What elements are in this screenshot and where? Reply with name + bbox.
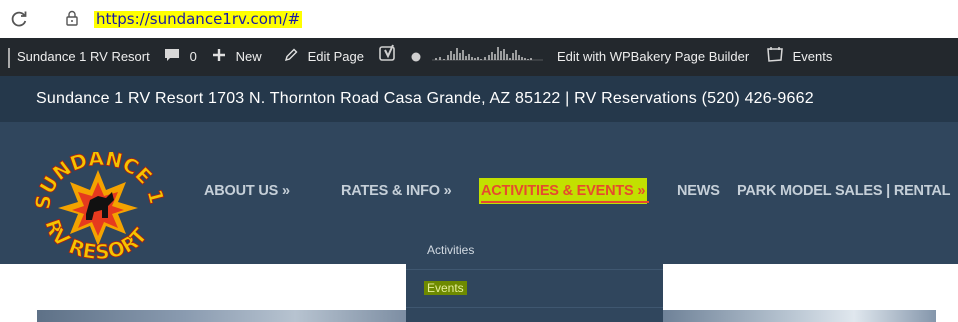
seo-status-dot-icon xyxy=(411,39,421,77)
pencil-icon xyxy=(284,39,298,77)
admin-edit-page-label: Edit Page xyxy=(307,49,364,64)
hero-image-right xyxy=(663,310,936,322)
admin-edit-page[interactable]: Edit Page xyxy=(284,38,364,76)
site-logo[interactable]: SUNDANCE 1 RV RESORT xyxy=(28,145,170,264)
nav-park-model-sales[interactable]: PARK MODEL SALES | RENTAL xyxy=(737,178,951,204)
dropdown-item-activities[interactable]: Activities xyxy=(406,232,663,270)
browser-address-bar: https://sundance1rv.com/# xyxy=(0,0,958,39)
admin-new-label: New xyxy=(235,49,262,64)
lock-icon[interactable] xyxy=(66,10,78,26)
activities-dropdown-menu: Activities Events xyxy=(406,232,663,322)
stats-sparkline-icon xyxy=(430,39,545,77)
nav-about-us[interactable]: ABOUT US » xyxy=(204,178,290,204)
admin-comments[interactable]: 0 xyxy=(164,38,197,76)
contact-info-bar: Sundance 1 RV Resort 1703 N. Thornton Ro… xyxy=(0,76,958,122)
dropdown-item-events[interactable]: Events xyxy=(406,270,663,308)
dropdown-item-label: Events xyxy=(424,281,467,295)
yoast-icon xyxy=(379,39,401,77)
active-nav-underline xyxy=(481,201,649,203)
admin-new[interactable]: New xyxy=(212,38,262,76)
admin-wpbakery[interactable]: Edit with WPBakery Page Builder xyxy=(557,38,749,76)
calendar-icon xyxy=(766,39,784,77)
admin-site-name[interactable]: Sundance 1 RV Resort xyxy=(17,38,150,76)
nav-news[interactable]: NEWS xyxy=(677,178,720,204)
yoast-seo-menu[interactable] xyxy=(379,38,421,76)
comment-icon xyxy=(164,39,180,77)
admin-stats[interactable] xyxy=(430,38,545,76)
reload-icon[interactable] xyxy=(10,10,28,28)
admin-events[interactable]: Events xyxy=(766,38,832,76)
contact-info-text: Sundance 1 RV Resort 1703 N. Thornton Ro… xyxy=(36,90,814,107)
hero-image xyxy=(37,310,406,322)
url-field[interactable]: https://sundance1rv.com/# xyxy=(94,11,303,28)
wp-admin-bar: Sundance 1 RV Resort 0 New Edit Page Edi… xyxy=(0,38,958,76)
plus-icon xyxy=(212,39,226,77)
nav-rates-info[interactable]: RATES & INFO » xyxy=(341,178,452,204)
comments-count: 0 xyxy=(189,49,197,64)
admin-events-label: Events xyxy=(792,49,833,64)
dropdown-item-label: Activities xyxy=(427,243,475,257)
wp-logo-icon[interactable] xyxy=(0,38,10,76)
